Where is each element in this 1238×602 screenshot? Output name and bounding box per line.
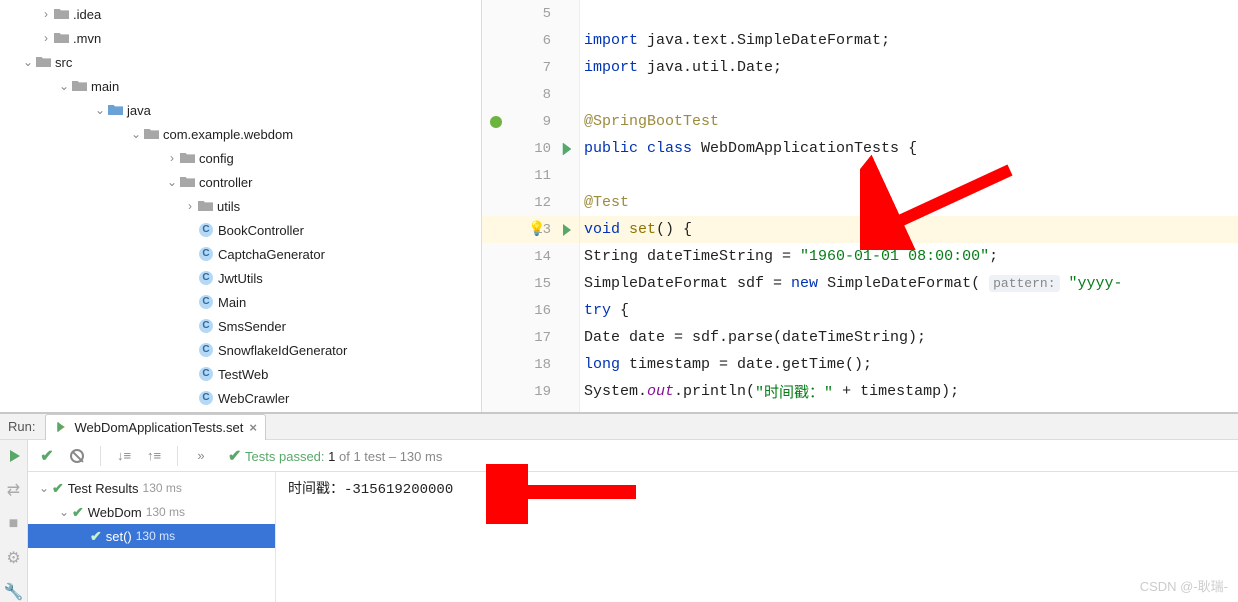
tree-file[interactable]: Main xyxy=(0,290,481,314)
tree-node-config[interactable]: ›config xyxy=(0,146,481,170)
tree-node-main[interactable]: ⌄main xyxy=(0,74,481,98)
tree-node-java[interactable]: ⌄java xyxy=(0,98,481,122)
tree-node-package[interactable]: ⌄com.example.webdom xyxy=(0,122,481,146)
settings-button[interactable]: 🔧 xyxy=(4,582,24,602)
code-content[interactable]: import java.text.SimpleDateFormat; impor… xyxy=(580,0,1238,412)
more-button[interactable]: » xyxy=(190,445,212,467)
sort-button[interactable]: ↓≡ xyxy=(113,445,135,467)
tree-file[interactable]: WebCrawler xyxy=(0,386,481,410)
tree-file[interactable]: CaptchaGenerator xyxy=(0,242,481,266)
test-results-root[interactable]: ⌄✔Test Results130 ms xyxy=(28,476,275,500)
expand-button[interactable]: ↑≡ xyxy=(143,445,165,467)
test-config-icon xyxy=(54,420,68,434)
test-class-node[interactable]: ⌄✔WebDom130 ms xyxy=(28,500,275,524)
param-hint: pattern: xyxy=(989,275,1059,292)
layout-button[interactable]: ⚙ xyxy=(4,548,24,568)
test-tree: ⌄✔Test Results130 ms ⌄✔WebDom130 ms ✔set… xyxy=(28,472,276,602)
tree-node-controller[interactable]: ⌄controller xyxy=(0,170,481,194)
run-title: Run: xyxy=(8,419,35,434)
watermark: CSDN @-耿瑞- xyxy=(1140,576,1228,595)
toggle-button[interactable]: ⇄ xyxy=(4,480,24,500)
tree-node-idea[interactable]: ›.idea xyxy=(0,2,481,26)
tree-file[interactable]: TestWeb xyxy=(0,362,481,386)
tree-file[interactable]: SnowflakeIdGenerator xyxy=(0,338,481,362)
tree-node-utils[interactable]: ›utils xyxy=(0,194,481,218)
run-method-icon[interactable] xyxy=(559,222,575,238)
tree-file[interactable]: BookController xyxy=(0,218,481,242)
rerun-button[interactable] xyxy=(4,446,24,466)
run-left-toolbar: ⇄ ■ ⚙ 🔧 xyxy=(0,440,28,602)
console-output[interactable]: 时间戳：-315619200000 xyxy=(276,472,1238,602)
bulb-icon[interactable]: 💡 xyxy=(528,221,545,238)
editor-gutter: 5 6 7 8 9 10 11 12 13 14 15 16 17 18 19 xyxy=(482,0,580,412)
run-header: Run: WebDomApplicationTests.set × xyxy=(0,414,1238,440)
run-class-icon[interactable] xyxy=(559,141,575,157)
tree-node-src[interactable]: ⌄src xyxy=(0,50,481,74)
run-tool-window: Run: WebDomApplicationTests.set × ⇄ ■ ⚙ … xyxy=(0,412,1238,599)
stop-button[interactable]: ■ xyxy=(4,514,24,534)
run-tab[interactable]: WebDomApplicationTests.set × xyxy=(45,414,265,440)
project-tree: ›.idea ›.mvn ⌄src ⌄main ⌄java ⌄com.examp… xyxy=(0,0,482,412)
annotation-arrow xyxy=(486,464,656,524)
close-icon[interactable]: × xyxy=(249,420,257,435)
show-ignored-button[interactable] xyxy=(66,445,88,467)
test-method-node[interactable]: ✔set()130 ms xyxy=(28,524,275,548)
code-editor[interactable]: 5 6 7 8 9 10 11 12 13 14 15 16 17 18 19 … xyxy=(482,0,1238,412)
tree-file[interactable]: SmsSender xyxy=(0,314,481,338)
show-passed-button[interactable]: ✔ xyxy=(36,445,58,467)
spring-icon xyxy=(488,114,504,130)
tree-node-mvn[interactable]: ›.mvn xyxy=(0,26,481,50)
tree-file[interactable]: JwtUtils xyxy=(0,266,481,290)
test-toolbar: ✔ ↓≡ ↑≡ » ✔ Tests passed: 1 of 1 test – … xyxy=(28,440,1238,472)
test-status: ✔ Tests passed: 1 of 1 test – 130 ms xyxy=(228,446,442,466)
